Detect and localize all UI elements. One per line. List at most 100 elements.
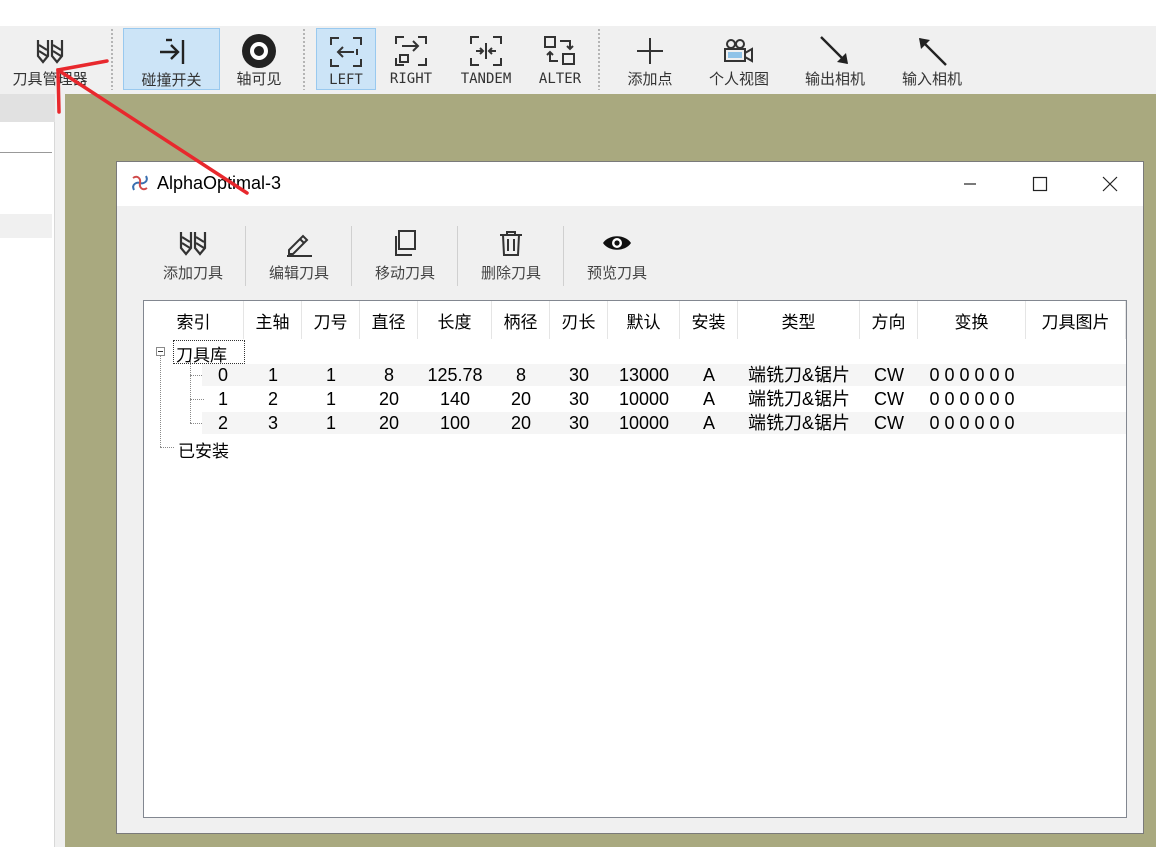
dialog-toolbar-separator [563,226,564,286]
column-header[interactable]: 刀具图片 [1026,301,1126,339]
edit-tool-button[interactable]: 编辑刀具 [251,226,347,288]
camera-icon [719,32,759,70]
table-cell: A [702,389,715,409]
delete-tool-button[interactable]: 删除刀具 [463,226,559,288]
table-row[interactable]: 1 2 1 20 140 20 30 10000 A 端铣刀&锯片 CW 0 0… [202,388,1126,410]
table-cell: 0 0 0 0 0 0 [929,389,1015,409]
view-tandem-button[interactable]: TANDEM [453,28,519,90]
toolbar-separator [597,28,601,90]
arrow-up-left-icon [912,32,952,70]
left-panel [0,94,58,847]
table-cell: 140 [439,389,471,409]
plus-icon [630,32,670,70]
table-cell: 10000 [618,413,670,433]
left-panel-selected-row[interactable] [0,214,52,238]
view-right-button[interactable]: RIGHT [381,28,441,90]
column-header[interactable]: 主轴 [244,301,302,339]
tool-manager-button[interactable]: 刀具管理器 [0,28,100,90]
table-cell: 0 [217,365,228,385]
copy-icon [387,226,423,260]
column-header[interactable]: 直径 [360,301,418,339]
left-panel-header [0,94,58,122]
dialog-titlebar[interactable]: AlphaOptimal-3 [117,162,1143,206]
tree-connector [160,447,174,448]
delete-tool-label: 删除刀具 [480,264,541,282]
view-tandem-icon [466,32,506,70]
add-tool-button[interactable]: 添加刀具 [145,226,241,288]
table-cell: 8 [383,365,394,385]
table-cell [1026,412,1126,434]
table-cell [1026,364,1126,386]
eye-icon [239,32,279,70]
table-cell: CW [874,365,904,385]
installed-node[interactable]: 已安装 [178,437,229,462]
preview-tool-button[interactable]: 预览刀具 [569,226,665,288]
edit-tool-label: 编辑刀具 [268,264,329,282]
table-cell: 20 [510,413,532,433]
tool-library-dialog: AlphaOptimal-3 添加刀具 编辑刀具 移动刀具 删除刀具 预览刀具 … [116,161,1144,834]
left-splitter[interactable] [55,94,65,847]
import-camera-label: 输入相机 [901,70,962,88]
table-cell: CW [874,389,904,409]
collision-toggle-label: 碰撞开关 [141,71,202,89]
column-header[interactable]: 安装 [680,301,738,339]
table-row[interactable]: 0 1 1 8 125.78 8 30 13000 A 端铣刀&锯片 CW 0 … [202,364,1126,386]
column-header[interactable]: 变换 [918,301,1026,339]
table-cell [1026,388,1126,410]
table-cell: A [702,413,715,433]
table-cell: 端铣刀&锯片 [747,389,850,409]
close-button[interactable] [1075,162,1145,206]
view-tandem-label: TANDEM [460,71,512,87]
maximize-button[interactable] [1005,162,1075,206]
column-header[interactable]: 默认 [608,301,680,339]
import-camera-button[interactable]: 输入相机 [891,28,973,90]
table-cell: 2 [267,389,278,409]
personal-view-label: 个人视图 [708,70,769,88]
table-cell: 1 [267,365,278,385]
table-cell: 30 [568,365,590,385]
column-header[interactable]: 刀号 [302,301,360,339]
table-cell: CW [874,413,904,433]
move-tool-button[interactable]: 移动刀具 [357,226,453,288]
column-header[interactable]: 方向 [860,301,918,339]
dialog-toolbar-separator [457,226,458,286]
collision-toggle-button[interactable]: 碰撞开关 [123,28,220,90]
personal-view-button[interactable]: 个人视图 [698,28,780,90]
left-panel-divider [0,152,52,153]
table-cell: A [702,365,715,385]
column-header[interactable]: 索引 [144,301,244,339]
view-right-icon [391,32,431,70]
minimize-button[interactable] [935,162,1005,206]
export-camera-button[interactable]: 输出相机 [794,28,876,90]
end-mill-icon [175,226,211,260]
table-cell: 125.78 [427,365,483,385]
eye-icon [599,226,635,260]
table-cell: 端铣刀&锯片 [747,413,850,433]
preview-tool-label: 预览刀具 [586,264,647,282]
table-row[interactable]: 2 3 1 20 100 20 30 10000 A 端铣刀&锯片 CW 0 0… [202,412,1126,434]
export-camera-label: 输出相机 [804,70,865,88]
collapse-toggle[interactable] [156,347,165,356]
axis-visible-button[interactable]: 轴可见 [224,28,294,90]
tree-connector [160,355,161,447]
column-header[interactable]: 柄径 [492,301,550,339]
view-alter-button[interactable]: ALTER [530,28,590,90]
add-point-button[interactable]: 添加点 [615,28,685,90]
maximize-icon [1032,176,1048,192]
view-left-button[interactable]: LEFT [316,28,376,90]
table-cell: 3 [267,413,278,433]
dialog-title: AlphaOptimal-3 [157,173,282,193]
column-header[interactable]: 刃长 [550,301,608,339]
minimize-icon [964,183,976,185]
table-cell: 1 [217,389,228,409]
tool-manager-label: 刀具管理器 [12,70,88,88]
app-logo-icon [129,172,151,194]
add-point-label: 添加点 [627,70,673,88]
column-header[interactable]: 长度 [418,301,492,339]
column-header[interactable]: 类型 [738,301,860,339]
tool-tree-table[interactable]: 索引 主轴 刀号 直径 长度 柄径 刃长 默认 安装 类型 方向 变换 刀具图片… [143,300,1127,818]
view-alter-label: ALTER [538,71,582,87]
focus-rectangle [173,340,245,364]
tree-connector [190,361,191,423]
table-cell: 1 [325,389,336,409]
